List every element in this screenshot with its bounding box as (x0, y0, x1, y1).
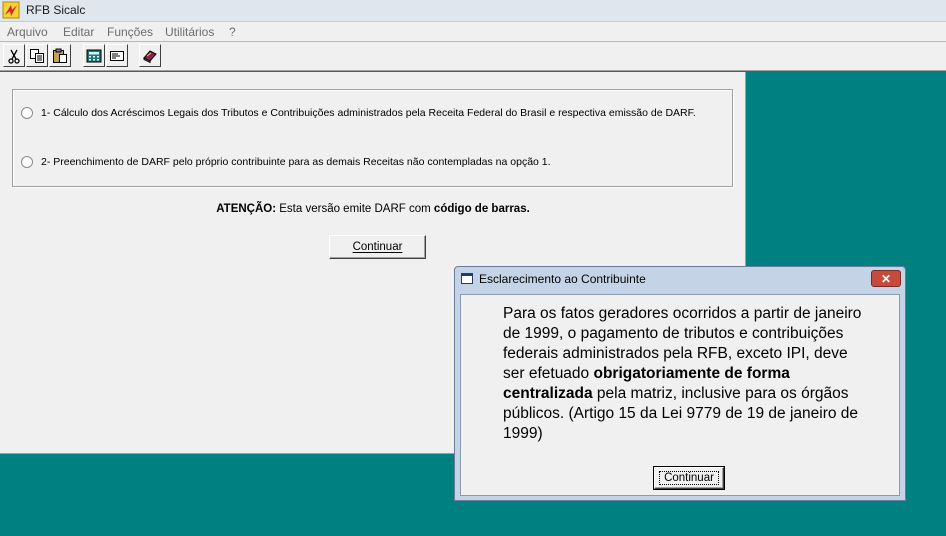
close-button[interactable]: ✕ (871, 270, 901, 287)
calculator-button[interactable] (83, 44, 105, 67)
menu-editar[interactable]: Editar (63, 25, 94, 39)
title-bar: RFB Sicalc (0, 0, 946, 22)
paste-button[interactable] (49, 44, 71, 67)
menu-arquivo[interactable]: Arquivo (7, 25, 48, 39)
book-icon (143, 49, 157, 63)
dialog-message: Para os fatos geradores ocorridos a part… (503, 304, 873, 444)
copy-button[interactable] (26, 44, 48, 67)
window-icon (461, 273, 473, 284)
option-1-label[interactable]: 1- Cálculo dos Acréscimos Legais dos Tri… (41, 107, 696, 119)
options-frame: 1- Cálculo dos Acréscimos Legais dos Tri… (12, 89, 733, 187)
dialog-continue-label: Continuar (659, 471, 719, 485)
radio-option-1[interactable] (21, 107, 33, 119)
dialog-title: Esclarecimento ao Contribuinte (479, 272, 646, 286)
attention-text: Esta versão emite DARF com (276, 203, 434, 215)
dialog-body: Para os fatos geradores ocorridos a part… (460, 294, 900, 496)
dialog-title-bar[interactable]: Esclarecimento ao Contribuinte ✕ (455, 267, 905, 293)
scissors-icon (8, 49, 20, 64)
continue-button-label: Continuar (352, 241, 403, 253)
app-icon (2, 1, 20, 19)
option-2-label[interactable]: 2- Preenchimento de DARF pelo próprio co… (41, 156, 551, 168)
menu-funcoes[interactable]: Funções (107, 25, 153, 39)
form-button[interactable] (106, 44, 128, 67)
cut-button[interactable] (3, 44, 25, 67)
help-book-button[interactable] (139, 44, 161, 67)
form-icon (110, 50, 124, 61)
continue-button[interactable]: Continuar (329, 235, 426, 259)
option-preenchimento[interactable]: 2- Preenchimento de DARF pelo próprio co… (21, 156, 551, 168)
window-title: RFB Sicalc (26, 3, 86, 17)
attention-bold-text: código de barras. (433, 203, 530, 215)
close-icon: ✕ (880, 271, 892, 286)
option-calculo[interactable]: 1- Cálculo dos Acréscimos Legais dos Tri… (21, 107, 696, 119)
attention-label: ATENÇÃO: (216, 203, 277, 215)
clarification-dialog: Esclarecimento ao Contribuinte ✕ Para os… (454, 266, 906, 501)
menu-help[interactable]: ? (229, 25, 236, 39)
paste-icon (53, 48, 67, 63)
radio-option-2[interactable] (21, 156, 33, 168)
toolbar (0, 42, 946, 71)
attention-notice: ATENÇÃO: Esta versão emite DARF com códi… (0, 203, 746, 215)
calculator-icon (86, 49, 102, 62)
menu-utilitarios[interactable]: Utilitários (165, 25, 214, 39)
dialog-continue-button[interactable]: Continuar (653, 466, 725, 490)
menu-bar: Arquivo Editar Funções Utilitários ? (0, 22, 946, 42)
copy-icon (30, 48, 44, 63)
